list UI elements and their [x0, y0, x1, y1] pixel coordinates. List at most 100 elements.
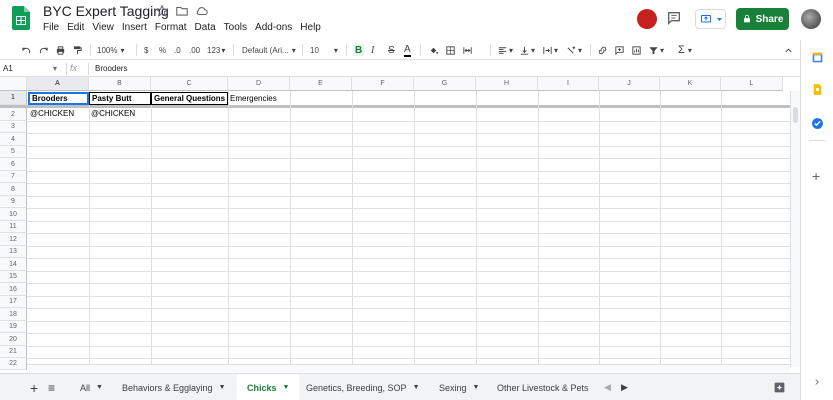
explore-button[interactable]: [773, 374, 786, 400]
row-header-2[interactable]: 2: [0, 108, 27, 121]
row-header-1[interactable]: 1: [0, 91, 27, 105]
text-rotation-button[interactable]: ▾: [566, 44, 582, 56]
functions-button[interactable]: Σ ▾: [678, 44, 692, 56]
tab-behaviors-egglaying[interactable]: Behaviors & Egglaying ▼: [112, 374, 236, 400]
insert-chart-button[interactable]: [631, 44, 642, 56]
tab-other-livestock-pets[interactable]: Other Livestock & Pets: [487, 374, 599, 400]
text-wrapping-button[interactable]: ▾: [542, 44, 558, 56]
zoom-select[interactable]: 100% ▾: [97, 44, 124, 56]
menu-help[interactable]: Help: [300, 22, 321, 33]
row-header-21[interactable]: 21: [0, 346, 27, 358]
italic-button[interactable]: I: [371, 44, 374, 56]
column-header-b[interactable]: B: [89, 77, 151, 91]
cloud-status-icon[interactable]: [195, 4, 209, 18]
tab-sexing[interactable]: Sexing ▼: [429, 374, 489, 400]
name-box[interactable]: A1 ▾: [3, 64, 63, 75]
column-header-h[interactable]: H: [476, 77, 538, 91]
merge-cells-button[interactable]: [462, 44, 473, 56]
row-header-9[interactable]: 9: [0, 196, 27, 208]
font-size-select[interactable]: 10 ▾: [310, 44, 342, 56]
insert-link-button[interactable]: [597, 44, 608, 56]
decrease-decimal-button[interactable]: .0: [174, 44, 181, 56]
cell-b1[interactable]: Pasty Butt: [89, 92, 151, 105]
calendar-icon[interactable]: [811, 51, 824, 64]
comments-icon[interactable]: [666, 10, 682, 26]
column-header-d[interactable]: D: [228, 77, 290, 91]
row-header-15[interactable]: 15: [0, 271, 27, 283]
formula-input[interactable]: Brooders: [95, 64, 127, 73]
collaborator-avatar[interactable]: [637, 9, 657, 29]
row-header-10[interactable]: 10: [0, 208, 27, 221]
redo-button[interactable]: [38, 44, 49, 56]
row-header-16[interactable]: 16: [0, 283, 27, 296]
move-to-folder-icon[interactable]: [175, 4, 189, 18]
add-ons-plus-icon[interactable]: +: [812, 168, 820, 184]
column-header-e[interactable]: E: [290, 77, 352, 91]
paint-format-button[interactable]: [72, 44, 83, 56]
account-avatar[interactable]: [801, 9, 821, 29]
row-header-22[interactable]: 22: [0, 358, 27, 370]
column-header-a[interactable]: A: [27, 77, 89, 91]
star-icon[interactable]: [155, 4, 169, 18]
print-button[interactable]: [55, 44, 66, 56]
vertical-scrollbar[interactable]: [790, 91, 800, 367]
menu-tools[interactable]: Tools: [224, 22, 247, 33]
row-header-5[interactable]: 5: [0, 146, 27, 158]
row-header-13[interactable]: 13: [0, 246, 27, 258]
column-header-i[interactable]: I: [538, 77, 599, 91]
tab-genetics-breeding-sop[interactable]: Genetics, Breeding, SOP ▼: [296, 374, 430, 400]
row-header-7[interactable]: 7: [0, 171, 27, 183]
scroll-tabs-left-button[interactable]: ◀: [604, 374, 611, 400]
row-header-12[interactable]: 12: [0, 233, 27, 246]
row-header-6[interactable]: 6: [0, 158, 27, 171]
row-header-3[interactable]: 3: [0, 121, 27, 133]
sheets-logo-icon[interactable]: [12, 6, 30, 30]
more-formats-button[interactable]: 123 ▾: [207, 44, 225, 56]
row-header-8[interactable]: 8: [0, 183, 27, 196]
add-sheet-button[interactable]: +: [30, 374, 38, 400]
menu-edit[interactable]: Edit: [67, 22, 84, 33]
currency-format-button[interactable]: $: [144, 44, 148, 56]
select-all-corner[interactable]: [0, 77, 27, 91]
borders-button[interactable]: [445, 44, 456, 56]
chevron-right-icon[interactable]: [812, 377, 822, 387]
column-header-j[interactable]: J: [599, 77, 660, 91]
menu-insert[interactable]: Insert: [122, 22, 147, 33]
share-button[interactable]: Share: [736, 8, 789, 30]
row-header-20[interactable]: 20: [0, 333, 27, 346]
column-header-l[interactable]: L: [721, 77, 783, 91]
column-header-k[interactable]: K: [660, 77, 721, 91]
filter-button[interactable]: ▾: [648, 44, 664, 56]
vertical-align-button[interactable]: ▾: [519, 44, 535, 56]
horizontal-scrollbar[interactable]: [27, 364, 790, 372]
vertical-scroll-thumb[interactable]: [793, 107, 798, 123]
tab-all[interactable]: All ▼: [70, 374, 113, 400]
cell-d1[interactable]: Emergencies: [228, 93, 290, 105]
present-button[interactable]: [695, 9, 726, 29]
collapse-toolbar-button[interactable]: [783, 44, 794, 56]
menu-view[interactable]: View: [92, 22, 114, 33]
row-header-18[interactable]: 18: [0, 308, 27, 321]
column-header-g[interactable]: G: [414, 77, 476, 91]
cell-c1[interactable]: General Questions: [151, 92, 228, 105]
text-color-button[interactable]: A: [404, 44, 411, 57]
tasks-icon[interactable]: [811, 117, 824, 130]
cell-a1[interactable]: Brooders: [28, 92, 89, 105]
bold-button[interactable]: B: [353, 44, 365, 56]
menu-format[interactable]: Format: [155, 22, 187, 33]
row-header-14[interactable]: 14: [0, 258, 27, 271]
spreadsheet-grid[interactable]: A B C D E F G H I J K L 1 2 3 4 5 6 7 8 …: [0, 77, 800, 370]
column-header-c[interactable]: C: [151, 77, 228, 91]
row-header-11[interactable]: 11: [0, 221, 27, 233]
font-select[interactable]: Default (Ari... ▾: [242, 44, 296, 56]
all-sheets-button[interactable]: ≡: [48, 374, 55, 400]
row-header-4[interactable]: 4: [0, 133, 27, 146]
percent-format-button[interactable]: %: [159, 44, 166, 56]
document-title[interactable]: BYC Expert Tagging: [43, 3, 169, 19]
cell-a2[interactable]: @CHICKEN: [28, 108, 89, 121]
horizontal-align-button[interactable]: ▾: [497, 44, 513, 56]
menu-data[interactable]: Data: [195, 22, 216, 33]
increase-decimal-button[interactable]: .00: [189, 44, 200, 56]
column-header-f[interactable]: F: [352, 77, 414, 91]
row-header-17[interactable]: 17: [0, 296, 27, 308]
